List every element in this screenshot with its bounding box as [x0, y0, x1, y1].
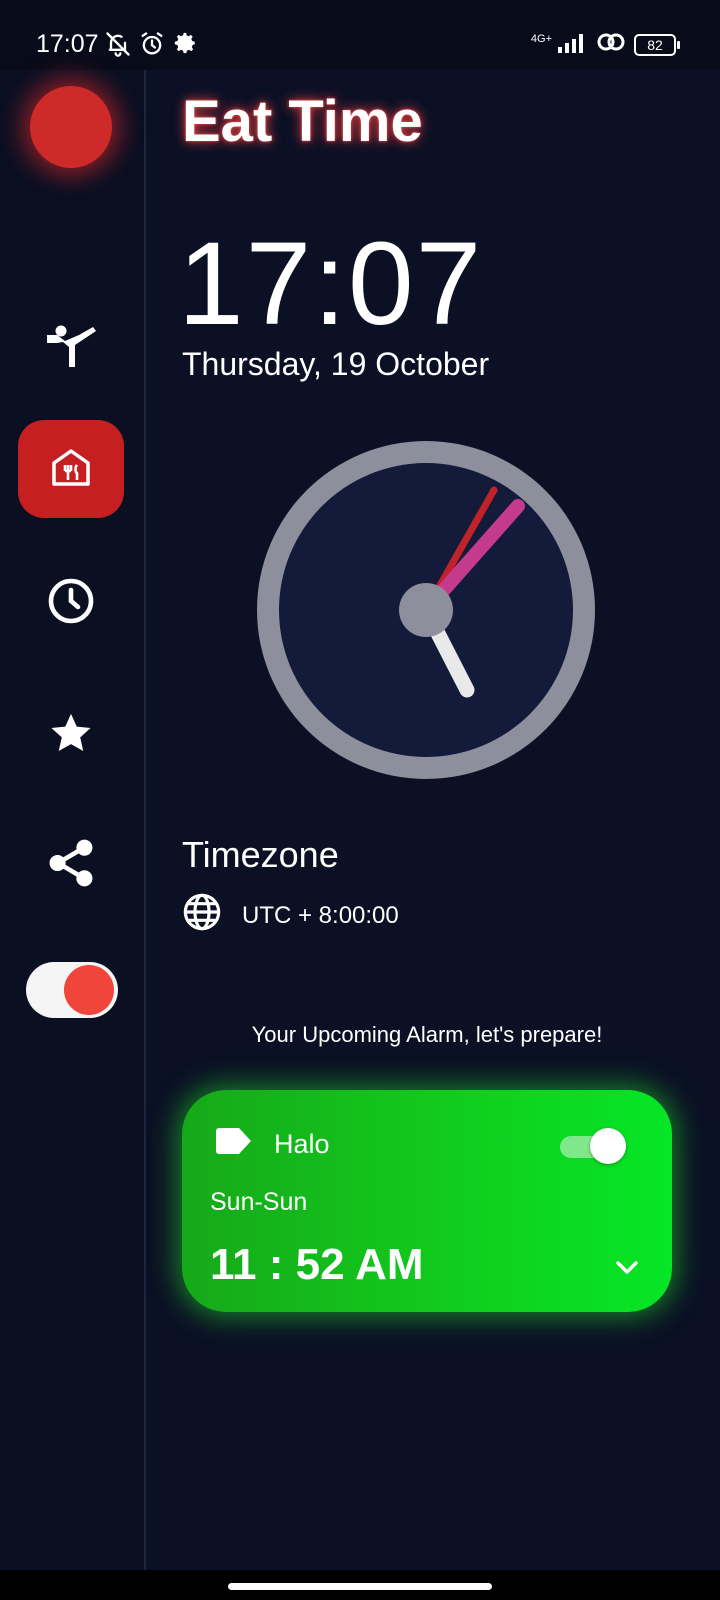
nav-item-share[interactable]: [18, 816, 124, 914]
status-icons-right: 4G+ 82: [530, 30, 680, 59]
timezone-value: UTC + 8:00:00: [242, 901, 399, 929]
status-time: 17:07: [36, 30, 99, 58]
battery-level: 82: [647, 36, 663, 53]
nav-item-clock[interactable]: [18, 554, 124, 652]
tag-icon: [216, 1128, 252, 1161]
nav-item-fitness[interactable]: [18, 300, 124, 398]
alarm-switch-thumb: [590, 1128, 626, 1164]
upcoming-alarm-heading: Your Upcoming Alarm, let's prepare!: [251, 1022, 603, 1047]
battery-icon: 82: [634, 33, 680, 56]
restaurant-home-icon: [50, 447, 92, 492]
status-icons-left: [104, 30, 198, 63]
alarm-time: 11 : 52 AM: [210, 1240, 424, 1289]
app-logo[interactable]: [30, 86, 112, 168]
alarm-days: Sun-Sun: [210, 1188, 308, 1216]
martial-arts-icon: [45, 323, 97, 376]
timezone-title: Timezone: [182, 834, 339, 875]
signal-icon: [556, 31, 588, 58]
alarm-label-row: Halo: [216, 1128, 330, 1161]
alarm-label: Halo: [274, 1129, 330, 1159]
theme-toggle[interactable]: [26, 962, 118, 1018]
link-icon: [596, 30, 626, 59]
globe-icon: [182, 892, 222, 939]
timezone-row: UTC + 8:00:00: [182, 892, 399, 939]
network-type: 4G+: [530, 33, 552, 45]
star-icon: [48, 710, 94, 761]
alarm-icon: [138, 30, 166, 63]
analog-clock: [257, 441, 595, 779]
theme-toggle-knob: [64, 965, 114, 1015]
app-title: Eat Time: [182, 89, 423, 154]
nav-item-eat[interactable]: [18, 420, 124, 518]
digital-clock: 17:07: [178, 218, 484, 350]
share-icon: [48, 838, 94, 893]
gear-icon: [172, 30, 198, 63]
nav-item-favorites[interactable]: [18, 686, 124, 784]
gesture-handle[interactable]: [228, 1583, 492, 1590]
status-bar: 17:07 4G+ 82: [0, 0, 720, 70]
date-label: Thursday, 19 October: [182, 346, 490, 382]
navigation-rail: [0, 70, 146, 1570]
alarm-card[interactable]: Halo Sun-Sun 11 : 52 AM: [182, 1090, 672, 1312]
clock-center: [399, 583, 453, 637]
clock-icon: [47, 577, 95, 630]
chevron-down-icon[interactable]: [614, 1258, 640, 1281]
bell-off-icon: [104, 30, 132, 63]
alarm-enable-switch[interactable]: [560, 1128, 626, 1164]
